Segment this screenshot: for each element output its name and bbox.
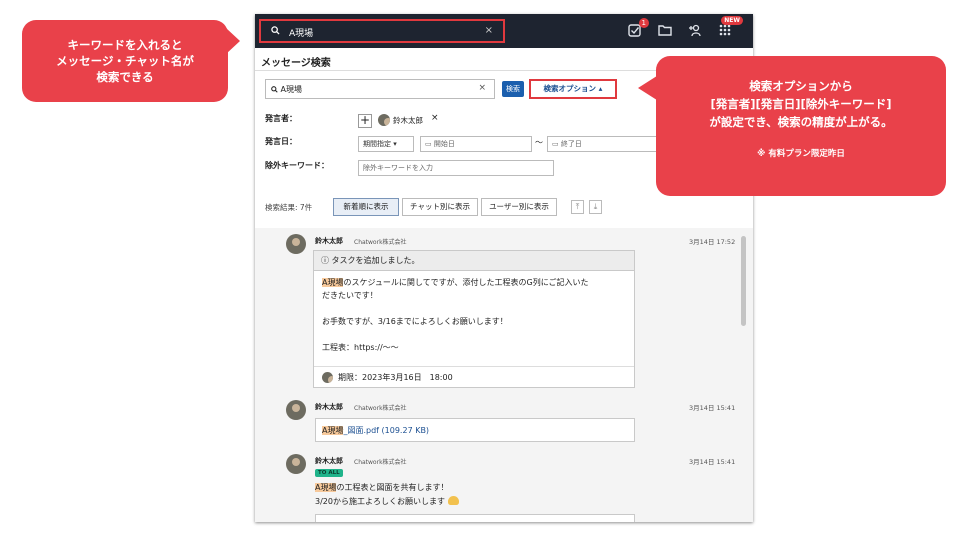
task-count-badge: 1 [638, 18, 649, 28]
period-select[interactable]: 期間指定 ▾ [358, 136, 414, 152]
keyword-highlight: A現場 [322, 278, 344, 287]
right-annotation-line: 検索オプションから [749, 79, 853, 93]
end-date-placeholder: 終了日 [560, 140, 582, 148]
message-date: 3月14日 17:52 [689, 238, 736, 246]
message-text: の工程表と図面を共有します！ [336, 483, 449, 492]
assignee-avatar [322, 372, 333, 383]
keyword-highlight: A現場 [315, 483, 337, 492]
right-annotation-line: [発言者][発言日][除外キーワード] [710, 97, 892, 111]
global-search-box[interactable]: A現場 × [259, 19, 505, 43]
message-sender: 鈴木太郎 [315, 237, 343, 245]
add-speaker-button[interactable]: + [358, 114, 372, 128]
expand-icon[interactable]: ⤓ [589, 200, 602, 214]
add-contact-icon[interactable] [687, 23, 703, 39]
message-date: 3月14日 15:41 [689, 458, 736, 466]
calendar-icon: ▭ [552, 140, 559, 148]
avatar [286, 234, 306, 254]
speaker-label: 発言者： [265, 114, 297, 123]
left-annotation-line: 検索できる [96, 70, 154, 84]
message-body: A現場の工程表と図面を共有します！ 3/20から施工よろしくお願いします [315, 481, 459, 509]
right-annotation-note: ※ 有料プラン限定昨日 [757, 149, 845, 159]
global-search-value: A現場 [289, 29, 314, 39]
message-sender: 鈴木太郎 [315, 457, 343, 465]
task-card: ⓘ タスクを追加しました。 A現場のスケジュールに関してですが、添付した工程表の… [313, 250, 635, 388]
avatar [286, 400, 306, 420]
search-input-text: A現場 [280, 85, 303, 94]
attachment-preview [315, 514, 635, 522]
date-range-tilde: 〜 [535, 138, 543, 147]
keyword-highlight: A現場 [322, 426, 344, 435]
search-button[interactable]: 検索 [502, 81, 524, 97]
folder-icon[interactable] [657, 23, 673, 39]
task-deadline: 期限：2023年3月16日 18:00 [338, 373, 453, 382]
speaker-avatar [378, 114, 390, 126]
clear-search-icon[interactable]: × [485, 25, 493, 36]
message-text: だきたいです！ [322, 291, 378, 300]
page-title: メッセージ検索 [261, 58, 331, 69]
message-company: Chatwork株式会社 [354, 459, 407, 466]
search-input-value: A現場 [271, 84, 302, 95]
left-annotation: キーワードを入れると メッセージ・チャット名が 検索できる [22, 20, 228, 102]
result-count: 検索結果: 7件 [265, 203, 313, 212]
right-annotation: 検索オプションから [発言者][発言日][除外キーワード] が設定でき、検索の精… [656, 56, 946, 196]
new-badge: NEW [721, 16, 743, 25]
left-annotation-line: メッセージ・チャット名が [56, 54, 194, 68]
start-date-field[interactable]: ▭ 開始日 [420, 136, 532, 152]
task-icon[interactable]: 1 [627, 18, 649, 39]
speaker-name: 鈴木太郎 [393, 116, 423, 125]
search-options-button[interactable]: 検索オプション ▴ [529, 79, 617, 99]
scrollbar-thumb[interactable] [741, 236, 746, 326]
search-input[interactable]: A現場 × [265, 79, 495, 99]
start-date-placeholder: 開始日 [433, 140, 455, 148]
exclude-keyword-label: 除外キーワード： [265, 161, 329, 170]
message-text: のスケジュールに関してですが、添付した工程表のG列にご記入いた [343, 278, 589, 287]
collapse-icon[interactable]: ⤒ [571, 200, 584, 214]
task-header: ⓘ タスクを追加しました。 [314, 251, 634, 271]
end-date-field[interactable]: ▭ 終了日 [547, 136, 659, 152]
message-company: Chatwork株式会社 [354, 405, 407, 412]
search-icon [271, 26, 280, 38]
exclude-keyword-input[interactable]: 除外キーワードを入力 [358, 160, 554, 176]
message-company: Chatwork株式会社 [354, 239, 407, 246]
message-text: お手数ですが、3/16までによろしくお願いします！ [322, 317, 508, 326]
message-text: 3/20から施工よろしくお願いします [315, 497, 445, 506]
remove-speaker-icon[interactable]: × [431, 113, 439, 123]
file-attachment[interactable]: A現場_図面.pdf (109.27 KB) [315, 418, 635, 442]
message-text: 工程表：https://〜〜 [322, 343, 399, 352]
calendar-icon: ▭ [425, 140, 432, 148]
message-sender: 鈴木太郎 [315, 403, 343, 411]
emoji-icon [447, 496, 459, 505]
clear-input-icon[interactable]: × [478, 83, 486, 93]
left-annotation-pointer [226, 28, 240, 54]
tab-by-user[interactable]: ユーザー別に表示 [481, 198, 557, 216]
tab-newest[interactable]: 新着順に表示 [333, 198, 399, 216]
date-label: 発言日： [265, 137, 297, 146]
tab-by-chat[interactable]: チャット別に表示 [402, 198, 478, 216]
right-annotation-line: が設定でき、検索の精度が上がる。 [709, 115, 893, 129]
left-annotation-line: キーワードを入れると [67, 38, 183, 52]
avatar [286, 454, 306, 474]
file-name: _図面.pdf (109.27 KB) [343, 426, 430, 435]
to-all-badge: TO ALL [315, 469, 343, 477]
message-date: 3月14日 15:41 [689, 404, 736, 412]
apps-grid-icon[interactable]: NEW [717, 16, 743, 39]
